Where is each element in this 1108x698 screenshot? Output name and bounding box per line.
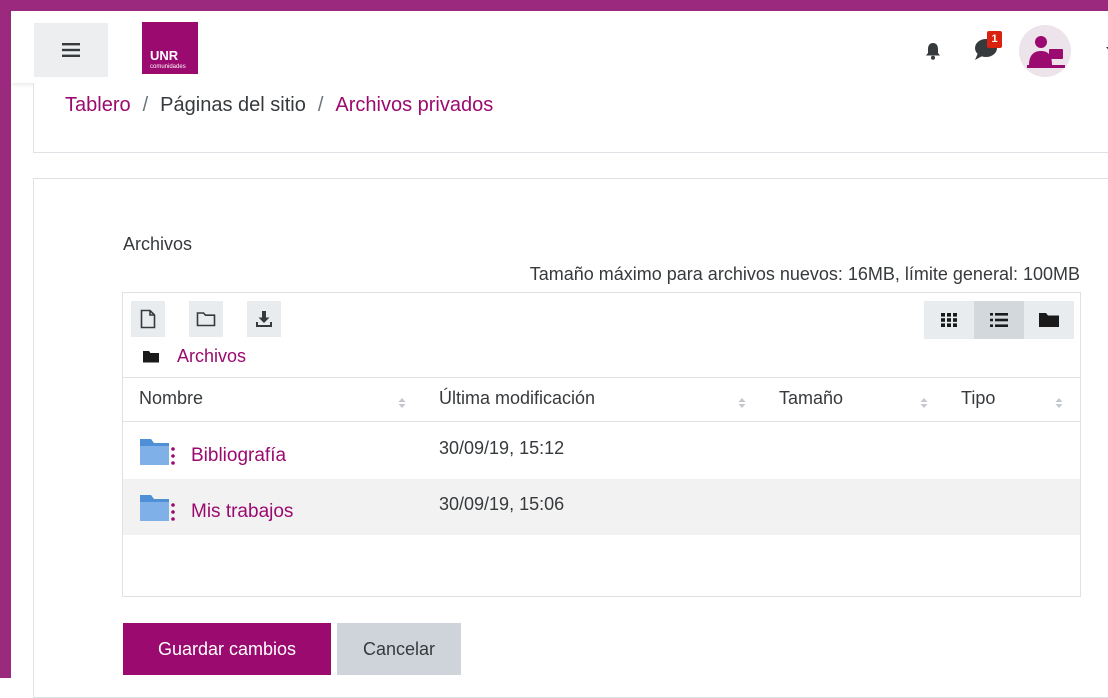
file-modified-date: 30/09/19, 15:12 [439, 438, 565, 458]
folder-icon [140, 495, 175, 521]
max-size-info: Tamaño máximo para archivos nuevos: 16MB… [529, 264, 1080, 284]
file-path-bar: Archivos [143, 346, 246, 367]
menu-toggle-button[interactable] [34, 23, 108, 77]
hamburger-icon [62, 43, 80, 57]
folder-icon [140, 439, 175, 465]
path-item-archivos[interactable]: Archivos [177, 346, 246, 367]
file-table-header [123, 377, 1080, 422]
sort-icon[interactable] [737, 396, 747, 410]
user-avatar-icon [1027, 36, 1065, 68]
folder-outline-icon [196, 312, 216, 327]
breadcrumb-item-tablero[interactable]: Tablero [65, 94, 131, 117]
view-list-button[interactable] [974, 301, 1024, 339]
cancel-button[interactable]: Cancelar [337, 623, 461, 675]
create-folder-button[interactable] [189, 301, 223, 337]
files-section-label: Archivos [123, 234, 193, 254]
save-changes-button[interactable]: Guardar cambios [123, 623, 331, 675]
column-header-tipo[interactable]: Tipo [961, 388, 995, 409]
column-header-nombre[interactable]: Nombre [139, 388, 203, 409]
breadcrumb-item-archivos-privados[interactable]: Archivos privados [335, 94, 493, 117]
file-name-bibliografia[interactable]: Bibliografía [191, 445, 286, 467]
page-frame-left [0, 0, 11, 678]
sort-icon[interactable] [1054, 396, 1064, 410]
download-icon [256, 311, 272, 327]
file-name-mis-trabajos[interactable]: Mis trabajos [191, 501, 293, 523]
site-logo[interactable]: UNR comunidades [142, 22, 198, 74]
list-icon [990, 313, 1008, 327]
avatar[interactable] [1019, 25, 1071, 77]
logo-subtitle: comunidades [150, 64, 186, 70]
sort-icon[interactable] [397, 396, 407, 410]
download-button[interactable] [247, 301, 281, 337]
view-tree-button[interactable] [1024, 301, 1074, 339]
grid-icon [941, 313, 957, 327]
view-icons-button[interactable] [924, 301, 974, 339]
file-modified-date: 30/09/19, 15:06 [439, 494, 565, 514]
breadcrumb-separator: / [142, 94, 149, 116]
column-header-tamano[interactable]: Tamaño [779, 388, 843, 409]
page-frame-top [0, 0, 1108, 11]
top-navbar: UNR comunidades 1 [11, 11, 1108, 83]
breadcrumb: Tablero / Páginas del sitio / Archivos p… [65, 94, 493, 117]
breadcrumb-separator: / [317, 94, 324, 116]
sort-icon[interactable] [919, 396, 929, 410]
folder-icon [143, 351, 159, 363]
column-header-ultima-modificacion[interactable]: Última modificación [439, 388, 595, 409]
add-file-button[interactable] [131, 301, 165, 337]
logo-title: UNR [150, 48, 179, 63]
bell-icon[interactable] [923, 41, 943, 61]
breadcrumb-item-paginas: Páginas del sitio [160, 94, 306, 116]
folder-icon [1039, 313, 1059, 327]
file-icon [140, 309, 156, 329]
messages-badge: 1 [987, 31, 1002, 48]
